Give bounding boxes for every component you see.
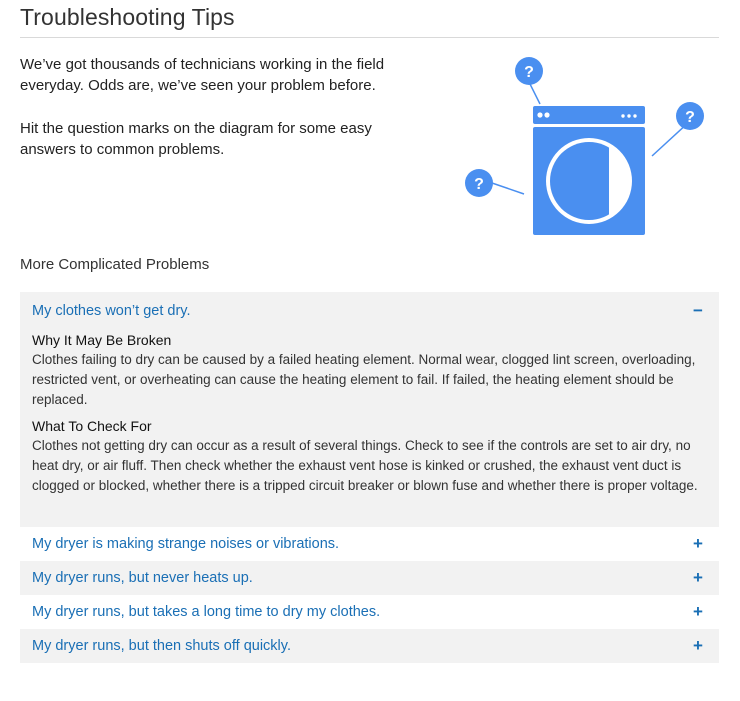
dryer-diagram-svg: ? ? ?	[465, 57, 704, 235]
question-marker-top[interactable]: ?	[515, 57, 543, 85]
accordion-header[interactable]: My dryer runs, but takes a long time to …	[20, 595, 719, 629]
accordion-header[interactable]: My dryer runs, but never heats up. +	[20, 561, 719, 595]
dryer-icon	[533, 106, 645, 235]
expand-icon[interactable]: +	[691, 602, 705, 622]
question-marker-right[interactable]: ?	[676, 102, 704, 130]
question-mark-icon: ?	[474, 176, 484, 193]
faq-accordion: My clothes won’t get dry. − Why It May B…	[20, 292, 719, 663]
accordion-header[interactable]: My dryer runs, but then shuts off quickl…	[20, 629, 719, 663]
connector-line-top	[528, 81, 541, 105]
connector-line-left	[491, 182, 525, 195]
question-marker-left[interactable]: ?	[465, 169, 493, 197]
page-title: Troubleshooting Tips	[20, 4, 235, 30]
accordion-item: My dryer runs, but never heats up. +	[20, 561, 719, 595]
accordion-item: My dryer runs, but then shuts off quickl…	[20, 629, 719, 663]
why-heading: Why It May Be Broken	[32, 332, 172, 348]
accordion-item: My dryer runs, but takes a long time to …	[20, 595, 719, 629]
expand-icon[interactable]: +	[691, 636, 705, 656]
collapse-icon[interactable]: −	[691, 301, 705, 321]
section-heading: More Complicated Problems	[20, 256, 210, 273]
accordion-item: My clothes won’t get dry. − Why It May B…	[20, 292, 719, 527]
intro-paragraph-1: We’ve got thousands of technicians worki…	[20, 56, 385, 94]
accordion-question: My dryer runs, but never heats up.	[32, 570, 253, 586]
accordion-header[interactable]: My clothes won’t get dry. −	[20, 292, 719, 330]
check-text: Clothes not getting dry can occur as a r…	[32, 438, 698, 493]
question-mark-icon: ?	[524, 64, 534, 81]
dryer-diagram: ? ? ?	[460, 52, 720, 242]
accordion-question: My dryer runs, but takes a long time to …	[32, 604, 381, 620]
accordion-question: My dryer is making strange noises or vib…	[32, 536, 340, 552]
expand-icon[interactable]: +	[691, 534, 705, 554]
accordion-question: My dryer runs, but then shuts off quickl…	[32, 638, 291, 654]
title-divider	[20, 37, 719, 38]
intro-paragraph-2: Hit the question marks on the diagram fo…	[20, 120, 372, 158]
accordion-item: My dryer is making strange noises or vib…	[20, 527, 719, 561]
accordion-header[interactable]: My dryer is making strange noises or vib…	[20, 527, 719, 561]
accordion-question: My clothes won’t get dry.	[32, 303, 191, 319]
check-heading: What To Check For	[32, 418, 152, 434]
expand-icon[interactable]: +	[691, 568, 705, 588]
accordion-body: Why It May Be Broken Clothes failing to …	[20, 330, 719, 512]
why-text: Clothes failing to dry can be caused by …	[32, 352, 696, 407]
question-mark-icon: ?	[685, 109, 695, 126]
